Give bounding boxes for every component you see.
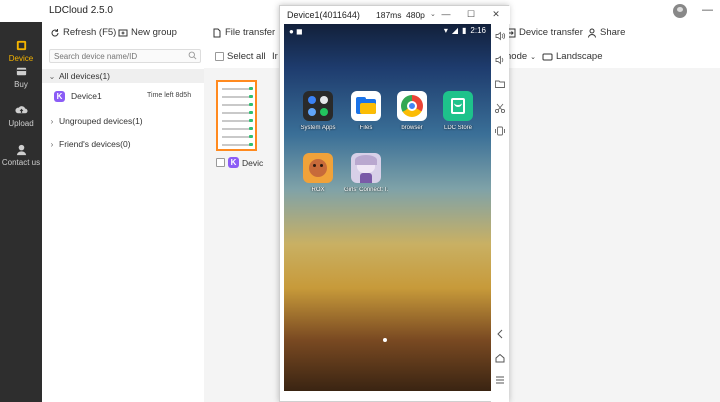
- partial-toolbar-label[interactable]: Ir: [272, 51, 278, 62]
- notification-icons: ● ◼: [289, 27, 303, 36]
- device-panel: Refresh (F5) New group ⌄ All devices(1) …: [42, 22, 204, 402]
- android-status-bar: ● ◼ ▾ ◢ ▮ 2:16: [284, 24, 491, 38]
- system-apps-icon: [303, 91, 333, 121]
- device-list-item[interactable]: K Device1 Time left 8d5h: [42, 88, 204, 104]
- device-transfer-button[interactable]: Device transfer: [506, 27, 583, 38]
- back-icon[interactable]: [494, 328, 506, 340]
- device-badge-icon: K: [228, 157, 239, 168]
- sidebar-item-contact[interactable]: Contact us: [0, 140, 42, 176]
- file-transfer-button[interactable]: File transfer ⌄: [212, 27, 284, 38]
- app-girls-connect[interactable]: Girls' Connect: I...: [344, 153, 388, 193]
- resolution-dropdown[interactable]: 480p: [406, 10, 425, 20]
- chrome-icon: [397, 91, 427, 121]
- search-box: [49, 49, 201, 63]
- thumbnail-label-row: K Devic: [216, 157, 263, 168]
- phone-side-toolbar: [491, 24, 509, 402]
- signal-icon: ◢: [451, 26, 459, 35]
- upload-icon: [14, 106, 28, 114]
- refresh-icon: [51, 28, 59, 36]
- contact-icon: [16, 144, 26, 156]
- file-transfer-icon: [213, 28, 221, 37]
- sidebar-item-buy[interactable]: Buy: [0, 62, 42, 98]
- device-thumbnail[interactable]: [216, 80, 257, 151]
- android-screen[interactable]: ● ◼ ▾ ◢ ▮ 2:16 System Apps Files browser…: [284, 24, 491, 391]
- app-rox[interactable]: ROX: [296, 153, 340, 193]
- mode-dropdown[interactable]: node ⌄: [506, 51, 536, 62]
- new-group-button[interactable]: New group: [118, 27, 177, 38]
- device-badge-icon: K: [54, 90, 65, 102]
- page-indicator: [383, 338, 387, 342]
- select-all-checkbox[interactable]: Select all: [215, 51, 266, 62]
- chevron-right-icon: ›: [50, 139, 54, 149]
- thumbnail-device-name: Devic: [242, 157, 264, 168]
- device-icon: [16, 40, 26, 51]
- app-ldc-store[interactable]: LDC Store: [436, 91, 480, 131]
- maximize-button[interactable]: ☐: [465, 9, 477, 20]
- group-ungrouped-devices[interactable]: › Ungrouped devices(1): [42, 114, 204, 128]
- ldc-store-icon: [443, 91, 473, 121]
- phone-window: Device1(4011644) 187ms 480p ⌄ — ☐ ✕ ● ◼ …: [279, 5, 510, 402]
- share-button[interactable]: Share: [587, 27, 625, 38]
- minimize-button[interactable]: —: [440, 9, 452, 19]
- volume-up-icon[interactable]: [494, 30, 506, 42]
- sidebar-item-upload[interactable]: Upload: [0, 101, 42, 137]
- chevron-down-icon: ⌄: [530, 53, 537, 61]
- device-checkbox[interactable]: [216, 158, 225, 167]
- shake-icon[interactable]: [494, 125, 506, 137]
- sidebar: Device Buy Upload Contact us: [0, 22, 42, 402]
- folder-icon[interactable]: [494, 78, 506, 90]
- search-input[interactable]: [50, 50, 180, 62]
- phone-title-bar: Device1(4011644) 187ms 480p ⌄ — ☐ ✕: [280, 6, 510, 24]
- refresh-button[interactable]: Refresh (F5): [50, 27, 116, 38]
- search-icon[interactable]: [188, 51, 197, 60]
- app-files[interactable]: Files: [344, 91, 388, 131]
- buy-icon: [16, 67, 26, 76]
- minimize-button[interactable]: —: [702, 4, 713, 16]
- device-time-left: Time left 8d5h: [147, 92, 192, 99]
- device-name: Device1: [71, 91, 102, 101]
- wifi-icon: ▾: [443, 26, 448, 35]
- landscape-icon: [542, 53, 553, 60]
- rox-game-icon: [303, 153, 333, 183]
- chevron-down-icon: ⌄: [430, 11, 436, 18]
- chevron-right-icon: ›: [50, 116, 54, 126]
- menu-icon[interactable]: [494, 374, 506, 386]
- volume-down-icon[interactable]: [494, 54, 506, 66]
- latency-label: 187ms: [376, 10, 402, 20]
- group-all-devices[interactable]: ⌄ All devices(1): [42, 69, 204, 83]
- app-system-apps[interactable]: System Apps: [296, 91, 340, 131]
- close-button[interactable]: ✕: [490, 9, 502, 20]
- share-icon: [588, 28, 596, 38]
- home-icon[interactable]: [494, 352, 506, 364]
- app-title: LDCloud 2.5.0: [49, 5, 113, 16]
- battery-icon: ▮: [462, 26, 467, 35]
- files-icon: [351, 91, 381, 121]
- checkbox-icon: [215, 52, 224, 61]
- app-browser[interactable]: browser: [390, 91, 434, 131]
- landscape-button[interactable]: Landscape: [542, 51, 602, 62]
- new-group-icon: [118, 29, 128, 36]
- user-avatar-icon[interactable]: [673, 4, 687, 18]
- scissors-icon[interactable]: [494, 102, 506, 114]
- clock: 2:16: [470, 26, 486, 35]
- girls-connect-icon: [351, 153, 381, 183]
- phone-device-title: Device1(4011644): [287, 10, 360, 20]
- chevron-down-icon: ⌄: [48, 71, 56, 81]
- group-friends-devices[interactable]: › Friend's devices(0): [42, 137, 204, 151]
